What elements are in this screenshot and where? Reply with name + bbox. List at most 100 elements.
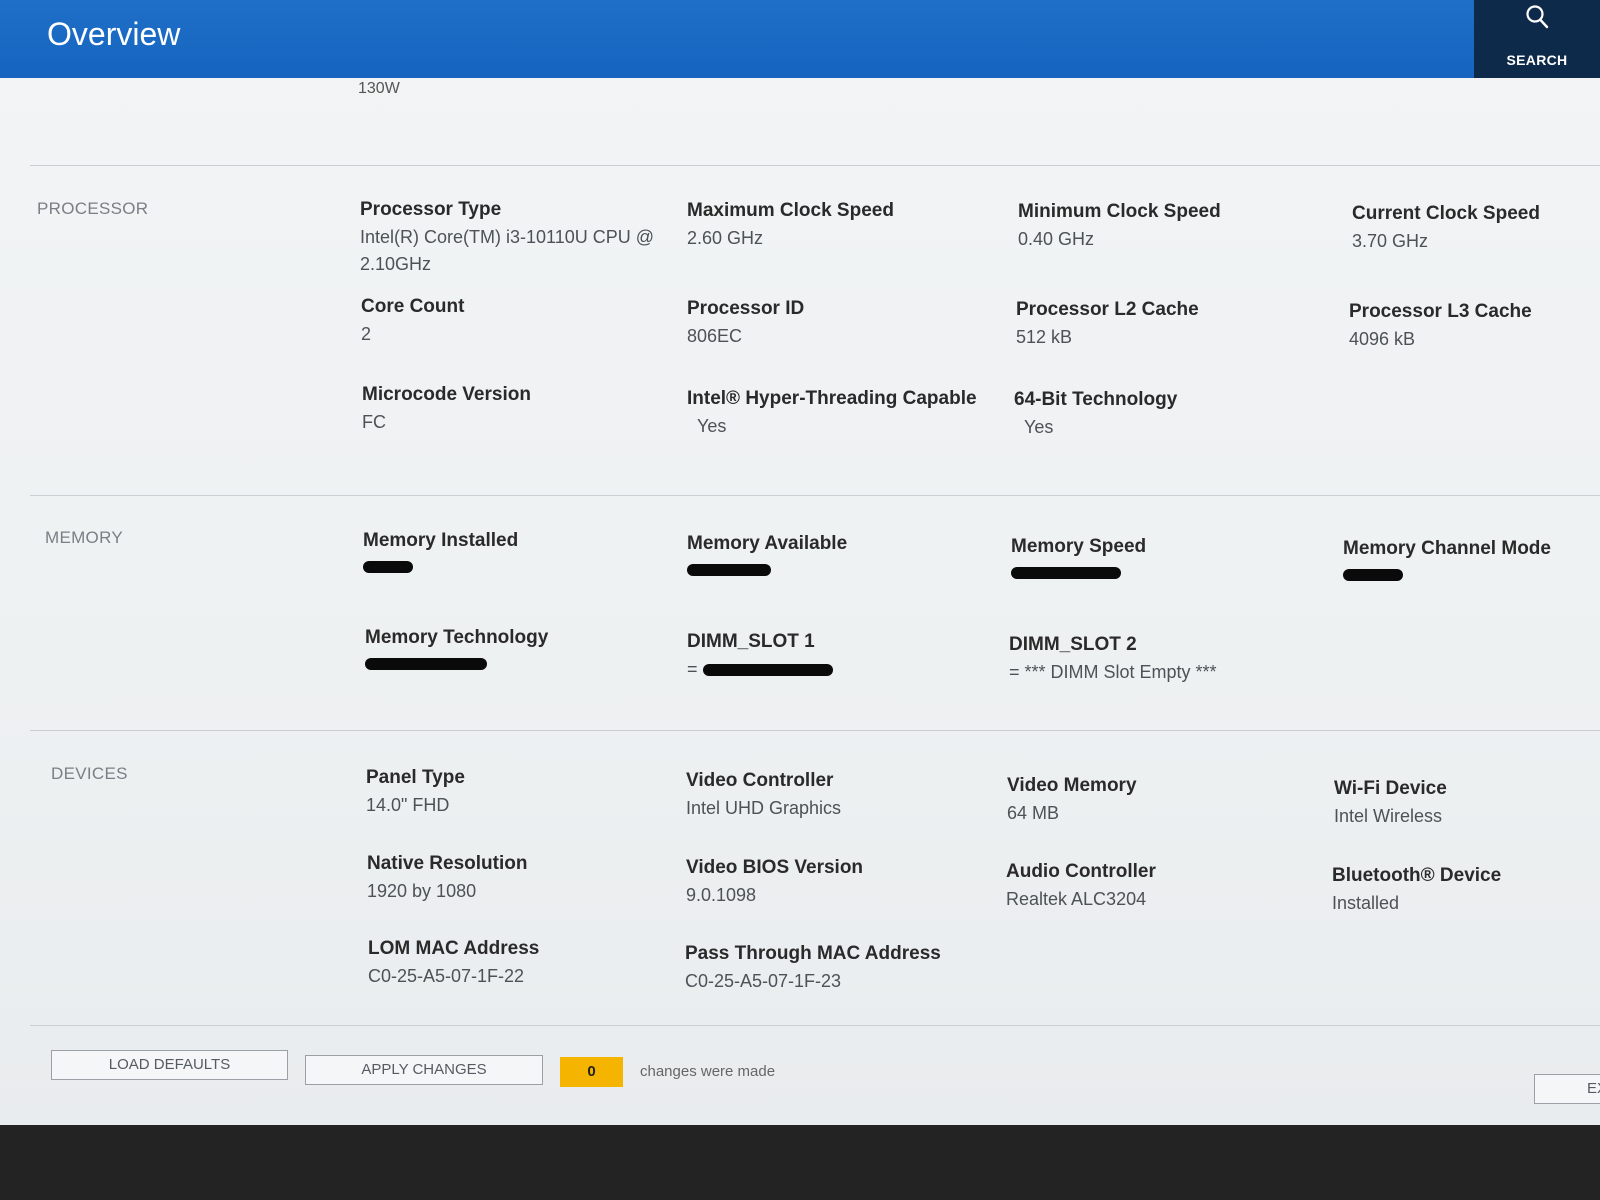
field-64bit: 64-Bit Technology Yes <box>1014 388 1324 441</box>
field-audio-controller: Audio Controller Realtek ALC3204 <box>1006 860 1316 913</box>
field-label: LOM MAC Address <box>368 938 540 959</box>
field-value: Realtek ALC3204 <box>1006 889 1147 909</box>
field-label: Audio Controller <box>1006 861 1156 882</box>
field-value: C0-25-A5-07-1F-22 <box>368 966 525 986</box>
field-label: Processor L2 Cache <box>1016 299 1199 320</box>
field-max-clock: Maximum Clock Speed 2.60 GHz <box>687 199 997 252</box>
field-label: Video Memory <box>1007 775 1137 796</box>
section-label-processor: PROCESSOR <box>37 199 149 218</box>
field-l2-cache: Processor L2 Cache 512 kB <box>1016 298 1326 351</box>
header-bar: Overview SEARCH <box>0 0 1600 78</box>
field-value: 2 <box>361 324 372 344</box>
field-value: 0.40 GHz <box>1018 229 1095 249</box>
field-label: Microcode Version <box>362 384 531 405</box>
field-value: Intel UHD Graphics <box>686 798 842 818</box>
section-divider <box>30 730 1600 731</box>
redacted-value <box>363 553 673 578</box>
field-label: Wi-Fi Device <box>1334 778 1447 799</box>
monitor-bezel <box>0 1125 1600 1200</box>
section-label-memory: MEMORY <box>45 528 123 547</box>
field-memory-installed: Memory Installed <box>363 529 673 578</box>
field-label: Bluetooth® Device <box>1332 865 1502 886</box>
field-label: Memory Speed <box>1011 536 1147 557</box>
field-label: Video Controller <box>686 770 834 791</box>
field-label: Intel® Hyper-Threading Capable <box>687 388 977 409</box>
field-label: Memory Available <box>687 533 848 554</box>
dimm-slot-1-prefix: = <box>687 659 698 679</box>
field-memory-available: Memory Available <box>687 532 997 581</box>
field-label: Processor ID <box>687 298 805 319</box>
field-value: Intel(R) Core(TM) i3-10110U CPU @ 2.10GH… <box>360 227 655 274</box>
field-value: 3.70 GHz <box>1352 231 1429 251</box>
field-value: Yes <box>1024 417 1054 437</box>
field-label: Processor Type <box>360 199 502 220</box>
redacted-value <box>1343 561 1593 586</box>
field-processor-type: Processor Type Intel(R) Core(TM) i3-1011… <box>360 198 670 278</box>
field-memory-channel-mode: Memory Channel Mode <box>1343 537 1593 586</box>
field-dimm-slot-1: DIMM_SLOT 1 = <box>687 630 997 683</box>
field-label: Pass Through MAC Address <box>685 943 941 964</box>
field-microcode: Microcode Version FC <box>362 383 672 436</box>
field-label: Native Resolution <box>367 853 528 874</box>
field-label: Memory Channel Mode <box>1343 538 1551 559</box>
changes-count-badge: 0 <box>560 1057 623 1087</box>
field-value: 2.60 GHz <box>687 228 764 248</box>
field-value: Yes <box>697 416 727 436</box>
partial-value: 130W <box>358 80 400 97</box>
field-value: Installed <box>1332 893 1400 913</box>
apply-changes-button[interactable]: APPLY CHANGES <box>305 1055 543 1085</box>
redacted-value <box>687 556 997 581</box>
field-label: Video BIOS Version <box>686 857 864 878</box>
field-video-memory: Video Memory 64 MB <box>1007 774 1317 827</box>
field-core-count: Core Count 2 <box>361 295 671 348</box>
field-value: C0-25-A5-07-1F-23 <box>685 971 842 991</box>
field-bluetooth-device: Bluetooth® Device Installed <box>1332 864 1582 917</box>
search-button[interactable]: SEARCH <box>1474 0 1600 78</box>
field-label: Panel Type <box>366 767 465 788</box>
field-value: 14.0" FHD <box>366 795 450 815</box>
field-label: 64-Bit Technology <box>1014 389 1178 410</box>
field-value: 806EC <box>687 326 743 346</box>
bios-screen: Overview SEARCH 130W PROCESSOR Processor… <box>0 0 1600 1125</box>
field-value: 64 MB <box>1007 803 1060 823</box>
search-label: SEARCH <box>1506 52 1568 68</box>
field-dimm-slot-2: DIMM_SLOT 2 = *** DIMM Slot Empty *** <box>1009 633 1319 686</box>
field-label: Memory Installed <box>363 530 519 551</box>
field-value: 9.0.1098 <box>686 885 757 905</box>
section-label-devices: DEVICES <box>51 764 128 783</box>
field-label: Processor L3 Cache <box>1349 301 1532 322</box>
field-min-clock: Minimum Clock Speed 0.40 GHz <box>1018 200 1328 253</box>
load-defaults-button[interactable]: LOAD DEFAULTS <box>51 1050 288 1080</box>
field-value: = *** DIMM Slot Empty *** <box>1009 662 1217 682</box>
page-title: Overview <box>47 16 181 52</box>
field-pass-through-mac: Pass Through MAC Address C0-25-A5-07-1F-… <box>685 942 995 995</box>
field-video-bios: Video BIOS Version 9.0.1098 <box>686 856 996 909</box>
field-label: DIMM_SLOT 1 <box>687 631 815 652</box>
section-divider <box>30 165 1600 166</box>
changes-status-text: changes were made <box>640 1063 776 1080</box>
field-lom-mac: LOM MAC Address C0-25-A5-07-1F-22 <box>368 937 678 990</box>
search-icon <box>1526 5 1549 29</box>
field-memory-technology: Memory Technology <box>365 626 675 675</box>
field-native-resolution: Native Resolution 1920 by 1080 <box>367 852 677 905</box>
field-panel-type: Panel Type 14.0" FHD <box>366 766 676 819</box>
field-current-clock: Current Clock Speed 3.70 GHz <box>1352 202 1592 255</box>
field-label: Current Clock Speed <box>1352 203 1540 224</box>
field-label: Core Count <box>361 296 465 317</box>
field-memory-speed: Memory Speed <box>1011 535 1321 584</box>
section-divider <box>30 1025 1600 1026</box>
field-wifi-device: Wi-Fi Device Intel Wireless <box>1334 777 1584 830</box>
field-processor-id: Processor ID 806EC <box>687 297 997 350</box>
redacted-value <box>365 650 675 675</box>
field-video-controller: Video Controller Intel UHD Graphics <box>686 769 996 822</box>
redacted-value <box>1011 559 1321 584</box>
field-value: 4096 kB <box>1349 329 1416 349</box>
exit-button[interactable]: EX <box>1534 1074 1600 1104</box>
field-value: 512 kB <box>1016 327 1073 347</box>
field-label: Memory Technology <box>365 627 549 648</box>
field-label: Minimum Clock Speed <box>1018 201 1221 222</box>
field-value: 1920 by 1080 <box>367 881 477 901</box>
section-divider <box>30 495 1600 496</box>
field-hyper-threading: Intel® Hyper-Threading Capable Yes <box>687 387 1007 440</box>
field-label: DIMM_SLOT 2 <box>1009 634 1137 655</box>
